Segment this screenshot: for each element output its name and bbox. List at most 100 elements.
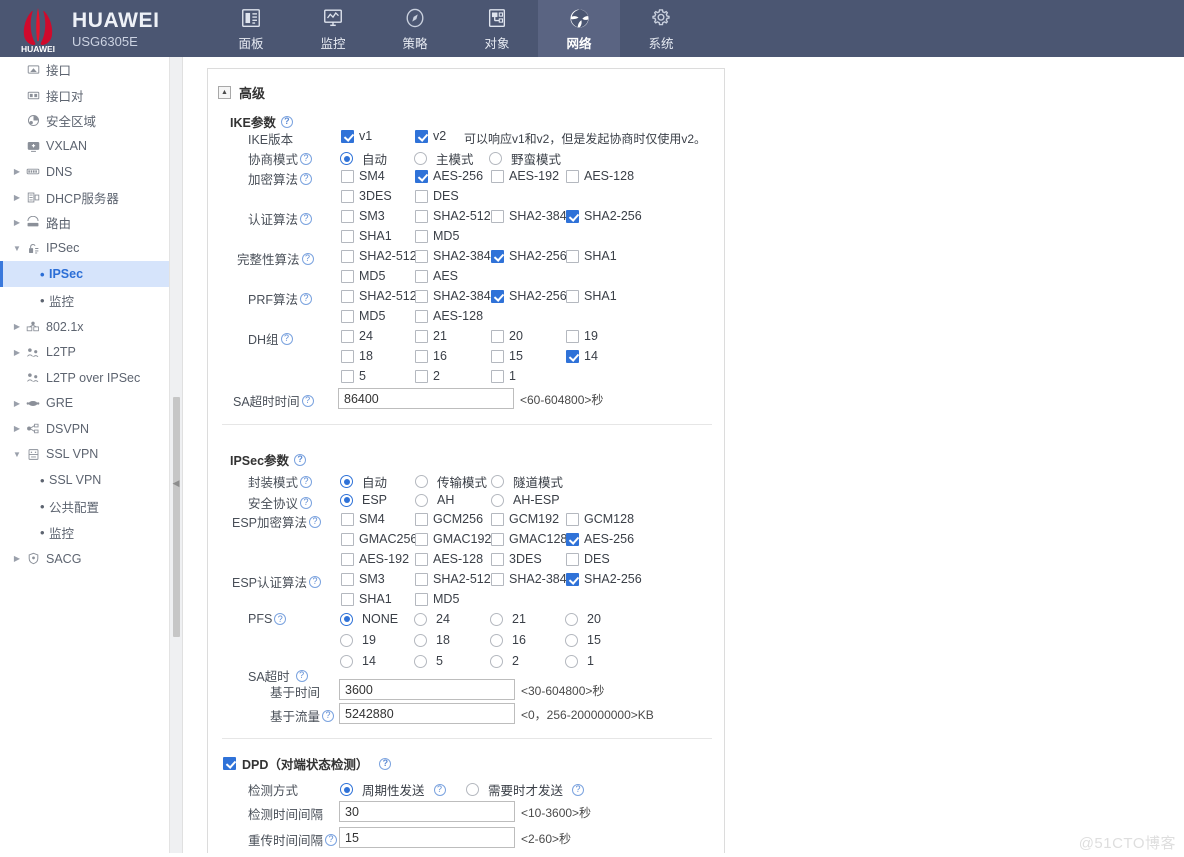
radio-pfs-5[interactable]: 5 — [414, 654, 443, 668]
help-icon[interactable]: ? — [300, 212, 313, 225]
checkbox-esp-gmac192[interactable]: GMAC192 — [415, 532, 491, 546]
sidebar-item-dsvpn[interactable]: ▶ DSVPN — [0, 416, 169, 442]
radio-pfs-15[interactable]: 15 — [565, 633, 601, 647]
checkbox-ike-auth-sm3[interactable]: SM3 — [341, 209, 385, 223]
radio-encap-auto[interactable]: 自动 — [340, 472, 387, 491]
radio-pfs-14[interactable]: 14 — [340, 654, 376, 668]
sidebar-item-dot1x[interactable]: ▶ 802.1x — [0, 314, 169, 340]
checkbox-ike-integ-sha2-512[interactable]: SHA2-512 — [341, 249, 417, 263]
checkbox-esp-auth-sha2-384[interactable]: SHA2-384 — [491, 572, 567, 586]
help-icon[interactable]: ? — [309, 575, 322, 588]
checkbox-prf-sha1[interactable]: SHA1 — [566, 289, 617, 303]
help-icon[interactable]: ? — [301, 394, 314, 407]
sidebar-item-l2tp-over-ipsec[interactable]: ▶ L2TP over IPSec — [0, 365, 169, 391]
checkbox-dh-19[interactable]: 19 — [566, 329, 598, 343]
checkbox-ike-integ-md5[interactable]: MD5 — [341, 269, 385, 283]
checkbox-esp-gmac128[interactable]: GMAC128 — [491, 532, 567, 546]
sidebar-item-public-config[interactable]: • 公共配置 — [0, 493, 169, 519]
input-dpd-interval[interactable] — [339, 801, 515, 822]
nav-item-system[interactable]: 系统 — [620, 0, 702, 57]
checkbox-esp-3des[interactable]: 3DES — [491, 552, 542, 566]
checkbox-dh-20[interactable]: 20 — [491, 329, 523, 343]
help-icon[interactable]: ? — [300, 292, 313, 305]
checkbox-esp-gcm192[interactable]: GCM192 — [491, 512, 559, 526]
radio-pfs-1[interactable]: 1 — [565, 654, 594, 668]
chevron-right-icon[interactable]: ▶ — [10, 422, 24, 436]
radio-pfs-20[interactable]: 20 — [565, 612, 601, 626]
chevron-down-icon[interactable]: ▼ — [10, 241, 24, 255]
checkbox-prf-md5[interactable]: MD5 — [341, 309, 385, 323]
sidebar-item-dns[interactable]: ▶ DNS — [0, 159, 169, 185]
chevron-right-icon[interactable]: ▶ — [10, 396, 24, 410]
help-icon[interactable]: ? — [301, 252, 314, 265]
chevron-down-icon[interactable]: ▼ — [10, 447, 24, 461]
radio-mode-aggressive[interactable]: 野蛮模式 — [489, 149, 561, 168]
chevron-right-icon[interactable]: ▶ — [10, 345, 24, 359]
checkbox-esp-sm4[interactable]: SM4 — [341, 512, 385, 526]
checkbox-ike-auth-sha2-256[interactable]: SHA2-256 — [566, 209, 642, 223]
sidebar-item-security-zone[interactable]: ▶ 安全区域 — [0, 108, 169, 134]
help-icon[interactable]: ? — [325, 833, 338, 846]
help-icon[interactable]: ? — [433, 783, 446, 796]
checkbox-ike-auth-md5[interactable]: MD5 — [415, 229, 459, 243]
radio-pfs-21[interactable]: 21 — [490, 612, 526, 626]
checkbox-esp-gcm128[interactable]: GCM128 — [566, 512, 634, 526]
checkbox-ike-enc-aes128[interactable]: AES-128 — [566, 169, 634, 183]
chevron-right-icon[interactable]: ▶ — [10, 165, 24, 179]
checkbox-dh-21[interactable]: 21 — [415, 329, 447, 343]
checkbox-dh-18[interactable]: 18 — [341, 349, 373, 363]
radio-pfs-2[interactable]: 2 — [490, 654, 519, 668]
checkbox-dh-2[interactable]: 2 — [415, 369, 440, 383]
help-icon[interactable]: ? — [280, 115, 293, 128]
radio-dpd-periodic[interactable]: 周期性发送 ? — [340, 780, 446, 799]
checkbox-esp-gcm256[interactable]: GCM256 — [415, 512, 483, 526]
checkbox-ike-auth-sha1[interactable]: SHA1 — [341, 229, 392, 243]
sidebar-item-interface[interactable]: ▶ 接口 — [0, 57, 169, 83]
sidebar-scrollbar-thumb[interactable] — [173, 397, 180, 637]
sidebar-item-interface-pair[interactable]: ▶ 接口对 — [0, 83, 169, 109]
input-dpd-retransmit[interactable] — [339, 827, 515, 848]
checkbox-esp-aes192[interactable]: AES-192 — [341, 552, 409, 566]
sidebar-item-ipsec[interactable]: ▼ IPSec — [0, 236, 169, 262]
radio-proto-ah-esp[interactable]: AH-ESP — [491, 493, 560, 507]
sidebar-item-dhcp-server[interactable]: ▶ DHCP服务器 — [0, 185, 169, 211]
checkbox-ike-integ-sha1[interactable]: SHA1 — [566, 249, 617, 263]
chevron-right-icon[interactable]: ▶ — [10, 216, 24, 230]
sidebar-item-ipsec-sub[interactable]: • IPSec — [0, 261, 169, 287]
radio-pfs-24[interactable]: 24 — [414, 612, 450, 626]
help-icon[interactable]: ? — [379, 757, 392, 770]
sidebar-collapse-handle[interactable]: ◀ — [171, 472, 181, 494]
sidebar-item-gre[interactable]: ▶ GRE — [0, 391, 169, 417]
checkbox-ike-enc-3des[interactable]: 3DES — [341, 189, 392, 203]
sidebar-item-ssl-monitor[interactable]: • 监控 — [0, 519, 169, 545]
help-icon[interactable]: ? — [322, 709, 335, 722]
sidebar-item-sacg[interactable]: ▶ SACG — [0, 546, 169, 572]
help-icon[interactable]: ? — [294, 453, 307, 466]
radio-mode-auto[interactable]: 自动 — [340, 149, 387, 168]
checkbox-prf-aes128[interactable]: AES-128 — [415, 309, 483, 323]
radio-mode-main[interactable]: 主模式 — [414, 149, 474, 168]
checkbox-ike-v1[interactable]: v1 — [341, 129, 372, 143]
checkbox-dpd-enable[interactable]: DPD（对端状态检测） ? — [223, 754, 392, 773]
radio-proto-esp[interactable]: ESP — [340, 493, 387, 507]
checkbox-ike-enc-des[interactable]: DES — [415, 189, 459, 203]
chevron-right-icon[interactable]: ▶ — [10, 552, 24, 566]
sidebar-item-vxlan[interactable]: ▶ VXLAN — [0, 134, 169, 160]
checkbox-esp-auth-sha1[interactable]: SHA1 — [341, 592, 392, 606]
help-icon[interactable]: ? — [300, 152, 313, 165]
radio-dpd-on-demand[interactable]: 需要时才发送 ? — [466, 780, 585, 799]
help-icon[interactable]: ? — [280, 332, 293, 345]
sidebar-item-ipsec-monitor[interactable]: • 监控 — [0, 287, 169, 313]
radio-encap-tunnel[interactable]: 隧道模式 — [491, 472, 563, 491]
checkbox-ike-integ-sha2-384[interactable]: SHA2-384 — [415, 249, 491, 263]
checkbox-esp-auth-md5[interactable]: MD5 — [415, 592, 459, 606]
checkbox-dh-1[interactable]: 1 — [491, 369, 516, 383]
help-icon[interactable]: ? — [295, 669, 308, 682]
checkbox-esp-auth-sha2-256[interactable]: SHA2-256 — [566, 572, 642, 586]
input-ike-sa-timeout[interactable] — [338, 388, 514, 409]
checkbox-prf-sha2-256[interactable]: SHA2-256 — [491, 289, 567, 303]
help-icon[interactable]: ? — [572, 783, 585, 796]
checkbox-esp-gmac256[interactable]: GMAC256 — [341, 532, 417, 546]
checkbox-ike-auth-sha2-384[interactable]: SHA2-384 — [491, 209, 567, 223]
help-icon[interactable]: ? — [300, 496, 313, 509]
